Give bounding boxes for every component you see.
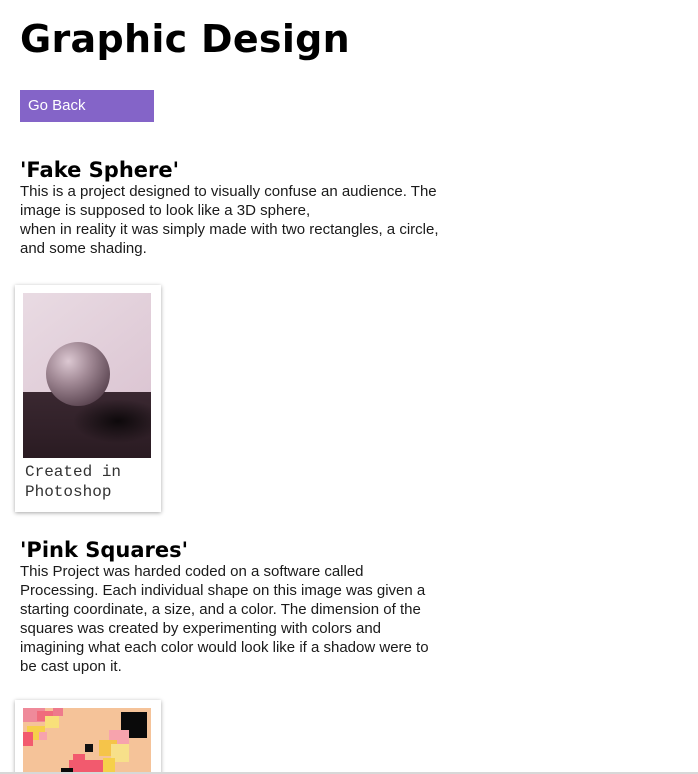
artwork-card-fake-sphere: Created in Photoshop <box>15 285 161 512</box>
description-line: squares was created by experimenting wit… <box>20 620 382 637</box>
caption-line: Created in <box>25 463 122 481</box>
page-title: Graphic Design <box>20 17 351 61</box>
description-line: image is supposed to look like a 3D sphe… <box>20 202 311 219</box>
description-line: Processing. Each individual shape on thi… <box>20 582 426 599</box>
artwork-card-pink-squares <box>15 700 161 774</box>
description-line: starting coordinate, a size, and a color… <box>20 601 421 618</box>
pink-squares-image <box>23 708 151 774</box>
project-description: This Project was harded coded on a softw… <box>20 562 490 676</box>
project-fake-sphere: 'Fake Sphere' This is a project designed… <box>20 158 490 258</box>
caption-line: Photoshop <box>25 483 112 501</box>
description-line: be cast upon it. <box>20 658 122 675</box>
project-title: 'Pink Squares' <box>20 538 189 562</box>
description-line: This is a project designed to visually c… <box>20 183 437 200</box>
description-line: and some shading. <box>20 240 147 257</box>
description-line: This Project was harded coded on a softw… <box>20 563 364 580</box>
description-line: imagining what each color would look lik… <box>20 639 429 656</box>
description-line: when in reality it was simply made with … <box>20 221 439 238</box>
project-pink-squares: 'Pink Squares' This Project was harded c… <box>20 538 490 676</box>
go-back-button[interactable]: Go Back <box>20 90 154 122</box>
project-title: 'Fake Sphere' <box>20 158 180 182</box>
artwork-caption: Created in Photoshop <box>23 458 153 512</box>
project-description: This is a project designed to visually c… <box>20 182 490 258</box>
fake-sphere-image <box>23 293 151 458</box>
